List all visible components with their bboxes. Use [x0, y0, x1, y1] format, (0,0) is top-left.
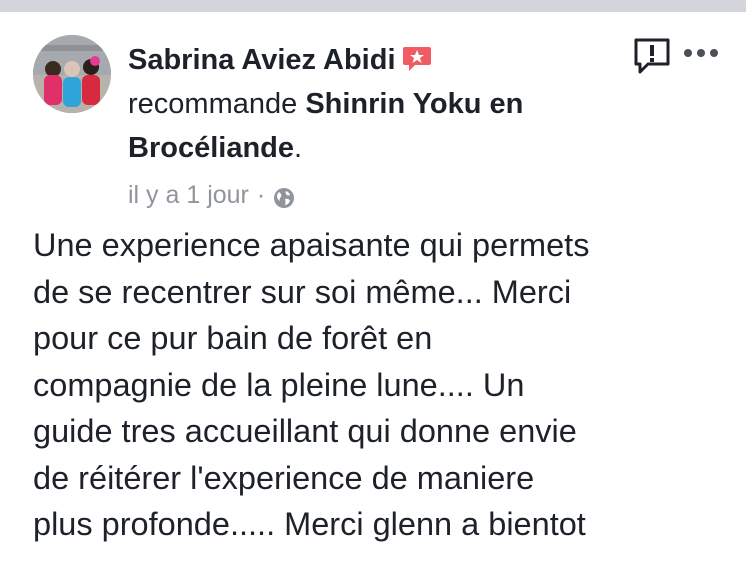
post-header: Sabrina Aviez Abidi recommande Shinrin Y…	[128, 38, 618, 170]
recommendation-star-icon	[402, 42, 432, 72]
author-name[interactable]: Sabrina Aviez Abidi	[128, 44, 396, 76]
globe-icon	[273, 184, 295, 208]
timestamp[interactable]: il y a 1 jour	[128, 178, 249, 212]
more-options-icon	[684, 49, 718, 57]
meta-separator: ·	[256, 181, 266, 209]
more-options-button[interactable]	[683, 44, 719, 62]
post-card: Sabrina Aviez Abidi recommande Shinrin Y…	[0, 0, 746, 566]
avatar[interactable]	[33, 35, 111, 113]
top-divider	[0, 0, 746, 12]
post-body: Une experience apaisante qui permets de …	[33, 227, 590, 542]
report-exclamation-icon	[634, 38, 670, 74]
action-verb: recommande	[128, 88, 298, 120]
post-meta: il y a 1 jour ·	[128, 178, 295, 212]
report-button[interactable]	[632, 36, 672, 76]
header-period: .	[294, 132, 303, 164]
